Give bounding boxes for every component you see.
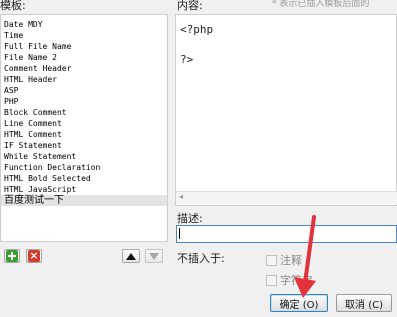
- x-icon: ×: [28, 249, 40, 262]
- template-list-item[interactable]: File Name 2: [1, 52, 167, 63]
- template-list-item[interactable]: Full File Name: [1, 41, 167, 52]
- content-line-2: ?>: [180, 53, 194, 66]
- template-list-item[interactable]: HTML Header: [1, 74, 167, 85]
- template-list-item[interactable]: While Statement: [1, 151, 167, 162]
- templates-list[interactable]: Date MDY Time Full File Name File Name 2 Com…: [0, 14, 168, 242]
- string-checkbox[interactable]: [266, 274, 277, 286]
- no-insert-label: 不插入于:: [177, 252, 225, 265]
- text-caret: [179, 228, 180, 239]
- triangle-up-icon: [126, 252, 136, 260]
- red-arrow-annotation: [294, 215, 316, 298]
- template-list-item[interactable]: HTML Bold Selected: [1, 173, 167, 184]
- comment-checkbox[interactable]: [266, 254, 277, 266]
- template-list-item[interactable]: ASP: [1, 85, 167, 96]
- template-list-item[interactable]: Function Declaration: [1, 162, 167, 173]
- move-up-button[interactable]: [122, 249, 140, 263]
- template-list-item[interactable]: IF Statement: [1, 140, 167, 151]
- cancel-button[interactable]: 取消 (C): [336, 294, 392, 312]
- content-horizontal-scrollbar[interactable]: ◂: [176, 191, 397, 204]
- template-list-item[interactable]: Time: [1, 30, 167, 41]
- template-list-item[interactable]: Comment Header: [1, 63, 167, 74]
- description-label: 描述:: [177, 212, 203, 225]
- plus-icon: [6, 250, 18, 262]
- template-list-item[interactable]: Line Comment: [1, 118, 167, 129]
- asterisk-icon: *: [272, 0, 277, 9]
- template-list-item[interactable]: PHP: [1, 96, 167, 107]
- templates-label: 模板:: [0, 0, 26, 12]
- template-list-item[interactable]: Date MDY: [1, 19, 167, 30]
- content-hint: * 表示已插入模板后面的: [272, 0, 369, 9]
- content-label: 内容:: [177, 0, 203, 12]
- template-list-item[interactable]: HTML JavaScript: [1, 184, 167, 195]
- move-down-button[interactable]: [145, 249, 163, 263]
- triangle-down-icon: [149, 252, 159, 260]
- description-input[interactable]: [176, 225, 397, 243]
- template-list-item[interactable]: 百度测试一下: [1, 195, 167, 206]
- template-list-item[interactable]: HTML Comment: [1, 129, 167, 140]
- content-hint-text: 表示已插入模板后面的: [279, 0, 370, 9]
- content-line-1: <?php: [180, 23, 214, 36]
- template-list-item[interactable]: Block Comment: [1, 107, 167, 118]
- add-template-button[interactable]: [4, 249, 20, 263]
- content-editor[interactable]: <?php ?>: [175, 14, 397, 206]
- delete-template-button[interactable]: ×: [26, 249, 42, 263]
- scroll-left-arrow-icon: ◂: [179, 192, 184, 201]
